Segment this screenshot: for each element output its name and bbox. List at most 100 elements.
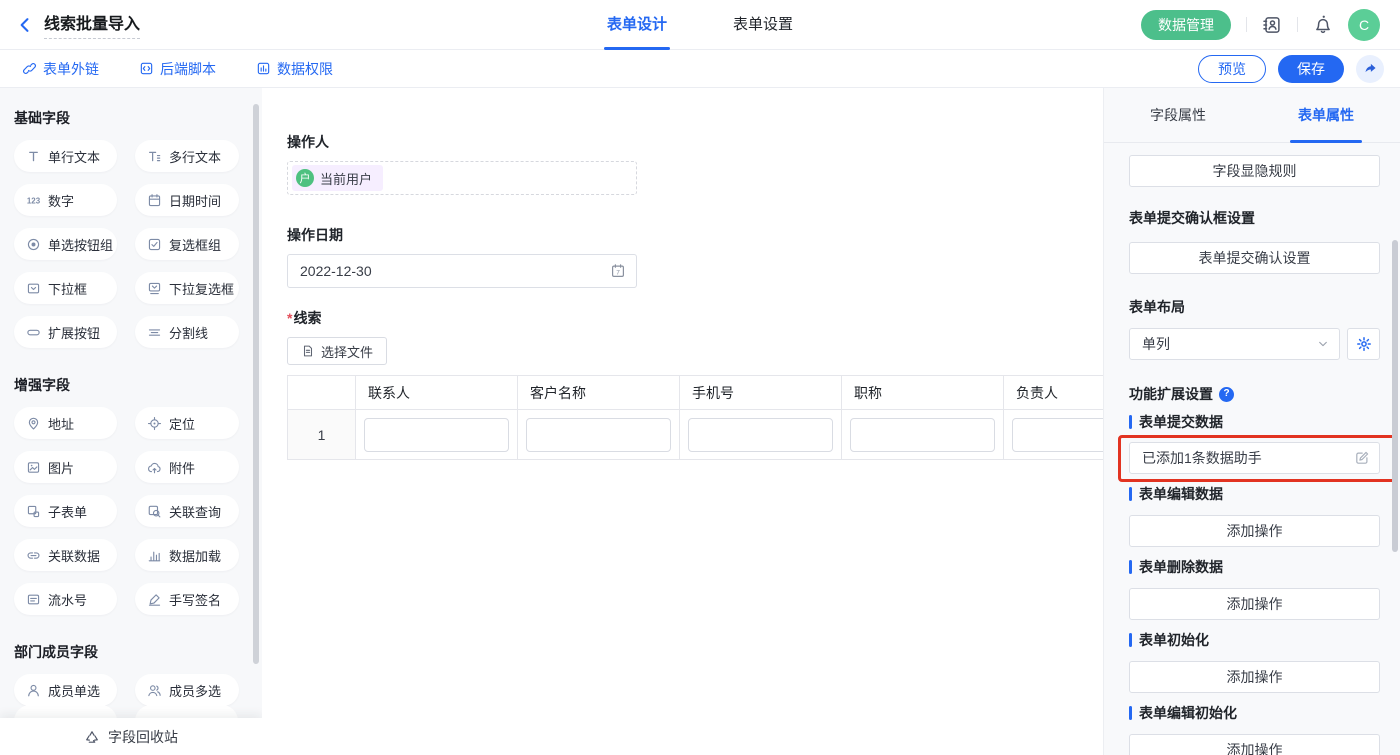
field-type-grid: 单行文本多行文本 123数字日期时间单选按钮组 复选框组下拉框 下拉复选框扩展按钮 分割… [14, 140, 262, 348]
row-index-cell: 1 [288, 410, 356, 460]
select-icon [26, 281, 41, 296]
table-cell-input[interactable] [1012, 418, 1103, 452]
header-left: 线索批量导入 [16, 10, 140, 39]
field-recycle-bin[interactable]: 字段回收站 [0, 718, 262, 755]
data-load-icon [147, 548, 162, 563]
edit-icon[interactable] [1354, 450, 1370, 466]
form-external-link[interactable]: 表单外链 [22, 59, 99, 79]
question-icon[interactable]: ? [1219, 387, 1234, 402]
add-operation-button[interactable]: 添加操作 [1129, 588, 1380, 620]
field-type-pill[interactable]: 地址 [14, 407, 117, 439]
panel-scrollbar[interactable] [1392, 240, 1398, 552]
field-type-pill[interactable]: 定位 [135, 407, 239, 439]
field-type-label: 数据加载 [169, 546, 221, 565]
tab-form-settings[interactable]: 表单设置 [733, 0, 793, 50]
field-type-pill[interactable]: 分割线 [135, 316, 239, 348]
field-type-label: 复选框组 [169, 235, 221, 254]
subform-icon [26, 504, 41, 519]
tab-form-properties[interactable]: 表单属性 [1252, 88, 1400, 142]
field-type-pill[interactable]: 数据加载 [135, 539, 239, 571]
bell-icon[interactable] [1313, 15, 1333, 35]
operator-value-box[interactable]: 户 当前用户 [287, 161, 637, 195]
back-icon[interactable] [16, 16, 34, 34]
submit-confirm-settings-button[interactable]: 表单提交确认设置 [1129, 242, 1380, 274]
field-type-pill[interactable]: 下拉复选框 [135, 272, 239, 304]
sidebar-section-title: 增强字段 [14, 375, 262, 395]
checkbox-icon [147, 237, 162, 252]
choose-file-button[interactable]: 选择文件 [287, 337, 387, 365]
add-operation-button[interactable]: 添加操作 [1129, 734, 1380, 755]
date-input[interactable]: 2022-12-30 7 [287, 254, 637, 288]
share-button[interactable] [1356, 55, 1384, 83]
table-cell-input[interactable] [526, 418, 671, 452]
backend-script-link[interactable]: 后端脚本 [139, 59, 216, 79]
field-type-pill[interactable]: 手写签名 [135, 583, 239, 615]
avatar[interactable]: C [1348, 9, 1380, 41]
field-type-pill[interactable]: 单行文本 [14, 140, 117, 172]
field-type-pill[interactable]: 日期时间 [135, 184, 239, 216]
field-type-pill[interactable]: 附件 [135, 451, 239, 483]
field-type-pill[interactable]: 下拉框 [14, 272, 117, 304]
recycle-icon [84, 729, 100, 745]
form-toolbar: 表单外链 后端脚本 数据权限 预览 保存 [0, 50, 1400, 88]
image-icon [26, 460, 41, 475]
field-type-label: 下拉复选框 [169, 279, 234, 298]
signature-icon [147, 592, 162, 607]
operation-date-field[interactable]: 操作日期 2022-12-30 7 [287, 225, 1087, 288]
required-mark: * [287, 310, 292, 326]
properties-panel: 字段属性 表单属性 字段显隐规则 表单提交确认框设置 表单提交确认设置 表单布局… [1103, 88, 1400, 755]
operator-field[interactable]: 操作人 户 当前用户 [287, 132, 1087, 195]
table-cell-input[interactable] [688, 418, 833, 452]
field-type-pill[interactable]: 图片 [14, 451, 117, 483]
calendar-icon: 7 [610, 263, 626, 279]
field-type-pill[interactable]: 单选按钮组 [14, 228, 117, 260]
tab-field-properties[interactable]: 字段属性 [1104, 88, 1252, 142]
serial-number-icon [26, 592, 41, 607]
preview-button[interactable]: 预览 [1198, 55, 1266, 83]
linked-query-icon [147, 504, 162, 519]
extension-value-wrap: 已添加1条数据助手 [1129, 442, 1380, 474]
field-type-pill[interactable]: 关联查询 [135, 495, 239, 527]
lead-table-header-row: 联系人客户名称手机号职称负责人 [288, 376, 1104, 410]
data-manage-button[interactable]: 数据管理 [1141, 10, 1231, 40]
field-label: *线索 [287, 308, 1087, 328]
date-value: 2022-12-30 [300, 263, 372, 279]
top-header: 线索批量导入 表单设计 表单设置 数据管理 C [0, 0, 1400, 50]
current-user-tag[interactable]: 户 当前用户 [292, 165, 383, 191]
extension-group-title: 表单提交数据 [1129, 412, 1380, 432]
locate-icon [147, 416, 162, 431]
field-type-pill[interactable]: 成员单选 [14, 674, 117, 706]
field-type-pill[interactable]: 子表单 [14, 495, 117, 527]
add-operation-button[interactable]: 添加操作 [1129, 661, 1380, 693]
table-cell-input[interactable] [850, 418, 995, 452]
form-title[interactable]: 线索批量导入 [44, 10, 140, 39]
form-layout-section-title: 表单布局 [1129, 297, 1380, 317]
field-type-pill[interactable]: 扩展按钮 [14, 316, 117, 348]
multi-select-icon [147, 281, 162, 296]
field-type-pill[interactable]: 复选框组 [135, 228, 239, 260]
app-window: 线索批量导入 表单设计 表单设置 数据管理 C 表单外链 后端脚本 数据权限 [0, 0, 1400, 755]
layout-select[interactable]: 单列 [1129, 328, 1340, 360]
sidebar-scrollbar[interactable] [253, 104, 259, 664]
field-type-label: 分割线 [169, 323, 208, 342]
field-type-pill[interactable]: 关联数据 [14, 539, 117, 571]
save-button[interactable]: 保存 [1278, 55, 1344, 83]
field-type-pill[interactable]: 多行文本 [135, 140, 239, 172]
contact-book-icon[interactable] [1262, 15, 1282, 35]
data-permission-link[interactable]: 数据权限 [256, 59, 333, 79]
layout-settings-button[interactable] [1347, 328, 1380, 360]
field-visibility-rules-button[interactable]: 字段显隐规则 [1129, 155, 1380, 187]
script-icon [139, 61, 154, 76]
field-type-pill[interactable]: 成员多选 [135, 674, 239, 706]
field-type-label: 地址 [48, 414, 74, 433]
table-cell-input[interactable] [364, 418, 509, 452]
field-type-pill[interactable]: 流水号 [14, 583, 117, 615]
permission-icon [256, 61, 271, 76]
field-type-pill[interactable]: 123数字 [14, 184, 117, 216]
field-type-label: 手写签名 [169, 590, 221, 609]
data-assistant-value-box[interactable]: 已添加1条数据助手 [1129, 442, 1380, 474]
leads-label: 线索 [293, 310, 321, 326]
leads-field[interactable]: *线索 选择文件 联系人客户名称手机号职称负责人 1 [287, 308, 1087, 460]
add-operation-button[interactable]: 添加操作 [1129, 515, 1380, 547]
tab-form-design[interactable]: 表单设计 [607, 0, 667, 50]
